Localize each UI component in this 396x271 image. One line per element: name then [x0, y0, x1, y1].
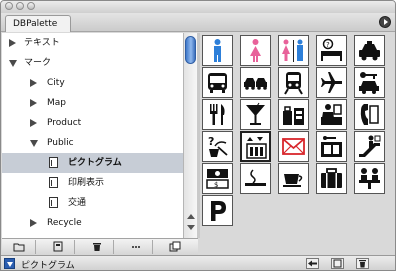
tree-item[interactable]: City	[2, 73, 183, 93]
new-item-icon	[333, 259, 342, 268]
dbpalette-window: DBPalette テキスト マーク City Map Product Publ…	[0, 0, 396, 271]
status-delete-button[interactable]	[356, 258, 369, 269]
coffee-icon[interactable]	[278, 163, 309, 194]
baggage-icon[interactable]	[316, 163, 347, 194]
new-document-icon	[53, 241, 63, 252]
more-button[interactable]	[119, 240, 153, 254]
bus-icon[interactable]	[202, 67, 233, 98]
new-item-button[interactable]	[331, 258, 344, 269]
tree-item-label: ピクトグラム	[68, 158, 122, 168]
tree-item-label: Map	[47, 98, 66, 108]
zoom-button[interactable]	[27, 2, 35, 10]
car-key-icon[interactable]	[354, 67, 385, 98]
expand-triangle-icon[interactable]	[30, 219, 37, 227]
expand-triangle-icon[interactable]	[30, 99, 37, 107]
panel-menu-icon[interactable]	[379, 16, 391, 28]
tree-item-label: Recycle	[47, 218, 82, 228]
restroom-icon[interactable]	[278, 35, 309, 66]
smoking-area-icon[interactable]	[240, 163, 271, 194]
new-document-button[interactable]	[41, 240, 75, 254]
import-icon	[308, 260, 317, 267]
dropdown-arrow-icon[interactable]	[4, 258, 15, 269]
collapse-triangle-icon[interactable]	[30, 140, 38, 147]
document-icon	[49, 157, 58, 168]
tree-item[interactable]: 交通	[2, 193, 183, 213]
tree-item[interactable]: Recycle	[2, 213, 183, 233]
new-folder-icon	[13, 243, 25, 252]
duplicate-icon	[169, 241, 181, 252]
svg-text:?: ?	[326, 41, 330, 49]
taxi-icon[interactable]	[354, 35, 385, 66]
hotel-icon[interactable]: ?	[316, 35, 347, 66]
duplicate-button[interactable]	[158, 240, 192, 254]
category-tree: テキスト マーク City Map Product Public ピクトグラム	[2, 33, 183, 238]
trash-icon	[93, 243, 101, 251]
tree-item[interactable]: マーク	[2, 53, 183, 73]
locker-icon[interactable]	[316, 131, 347, 162]
money-exchange-icon[interactable]: $	[202, 163, 233, 194]
tree-item-label: テキスト	[24, 38, 60, 48]
tree-item[interactable]: Map	[2, 93, 183, 113]
import-button[interactable]	[306, 258, 319, 269]
scroll-up-arrow-icon[interactable]	[187, 214, 195, 219]
airport-icon[interactable]	[316, 67, 347, 98]
shop-icon[interactable]	[278, 99, 309, 130]
svg-text:$: $	[214, 181, 218, 189]
bar-icon[interactable]	[240, 99, 271, 130]
expand-triangle-icon[interactable]	[9, 39, 16, 47]
delete-button[interactable]	[80, 240, 114, 254]
tree-item[interactable]: 印刷表示	[2, 173, 183, 193]
tree-item-selected[interactable]: ピクトグラム	[2, 153, 183, 173]
tree-item[interactable]: Public	[2, 133, 183, 153]
tree-toolbar	[2, 238, 198, 255]
tree-scrollbar[interactable]	[183, 33, 197, 238]
tree-item-label: 印刷表示	[68, 178, 105, 188]
man-toilet-icon[interactable]	[202, 35, 233, 66]
trash-icon	[359, 260, 366, 268]
tree-item[interactable]: Product	[2, 113, 183, 133]
scroll-thumb[interactable]	[185, 36, 196, 64]
document-icon	[49, 177, 58, 188]
selected-category-label: ピクトグラム	[21, 261, 75, 271]
close-button[interactable]	[5, 2, 13, 10]
tab-dbpalette[interactable]: DBPalette	[5, 15, 71, 32]
tree-item-label: Product	[47, 118, 82, 128]
lost-found-icon[interactable]: ?	[202, 131, 233, 162]
restaurant-icon[interactable]	[202, 99, 233, 130]
railway-icon[interactable]	[278, 67, 309, 98]
tree-item-label: マーク	[24, 58, 52, 68]
new-folder-button[interactable]	[2, 240, 36, 254]
mail-icon[interactable]	[278, 131, 309, 162]
title-bar[interactable]	[1, 1, 395, 13]
tree-item-label: City	[47, 78, 65, 88]
telephone-icon[interactable]	[354, 99, 385, 130]
tree-item[interactable]: テキスト	[2, 33, 183, 53]
woman-toilet-icon[interactable]	[240, 35, 271, 66]
escalator-icon[interactable]	[354, 131, 385, 162]
minimize-button[interactable]	[16, 2, 24, 10]
status-bar: ピクトグラム	[1, 255, 395, 271]
tab-strip: DBPalette	[1, 13, 395, 32]
svg-text:?: ?	[208, 135, 214, 148]
parking-icon[interactable]	[202, 195, 233, 226]
more-icon	[132, 246, 140, 248]
tree-item-label: 交通	[68, 198, 87, 208]
expand-triangle-icon[interactable]	[30, 119, 37, 127]
pictogram-grid: ? ? $	[200, 33, 395, 238]
car-rental-icon[interactable]	[240, 67, 271, 98]
collapse-triangle-icon[interactable]	[9, 60, 17, 67]
expand-triangle-icon[interactable]	[30, 79, 37, 87]
elevator-icon[interactable]	[240, 131, 271, 162]
document-icon	[49, 197, 58, 208]
tree-item-label: Public	[47, 138, 74, 148]
information-desk-icon[interactable]	[316, 99, 347, 130]
scroll-down-arrow-icon[interactable]	[187, 225, 195, 230]
reception-icon[interactable]	[354, 163, 385, 194]
